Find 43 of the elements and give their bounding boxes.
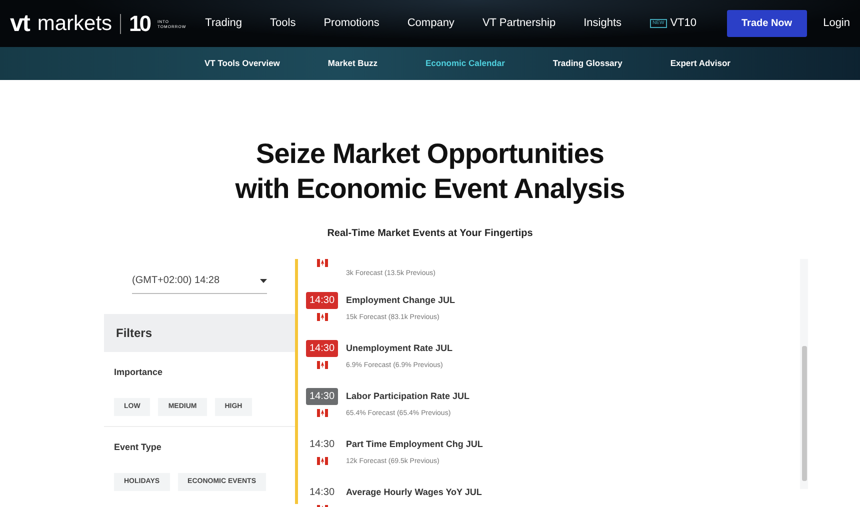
canada-flag-icon [316,457,328,465]
hero-title: Seize Market Opportunities [255,137,605,171]
subnav-link[interactable]: Expert Advisor [670,57,730,70]
hero-title: with Economic Event Analysis [234,172,626,206]
event-name[interactable]: Employment Change JUL [346,294,456,308]
event-time: 14:30 [308,438,336,452]
nav-link[interactable]: Tools [270,15,296,32]
nav-link[interactable]: Promotions [324,15,380,32]
scrollbar[interactable] [800,259,808,489]
logo-wordmark[interactable]: markets [37,8,112,40]
hero-subtitle: Real-Time Market Events at Your Fingertips [326,227,534,241]
time-badge: 14:30 [306,340,338,357]
canada-flag-icon [316,361,328,369]
subnav-link[interactable]: Trading Glossary [552,57,622,70]
subnav-link[interactable]: VT Tools Overview [204,57,280,70]
canada-flag-icon [316,313,328,321]
event-name[interactable]: Average Hourly Wages YoY JUL [346,486,482,500]
nav-link[interactable]: Insights [584,15,622,32]
logo-mark[interactable]: vt [10,6,30,42]
subnav-link[interactable]: Economic Calendar [426,57,505,70]
event-time: 14:30 [308,486,336,500]
nav-link[interactable]: Trading [205,15,242,32]
caret-icon [260,278,267,282]
time-badge: 14:30 [306,388,338,405]
subnav-link[interactable]: Market Buzz [328,57,378,70]
trade-now-button[interactable]: Trade Now [726,10,808,37]
filter-group-label: Importance [113,366,164,379]
filters-header: Filters [104,314,295,352]
filter-group-label: Event Type [113,441,162,454]
nav-link[interactable]: Company [407,15,454,32]
canada-flag-icon [316,409,328,417]
scrollbar-thumb[interactable] [802,346,806,481]
login-link[interactable]: Login [823,15,850,32]
event-name[interactable]: Unemployment Rate JUL [346,342,453,356]
event-name[interactable]: Part Time Employment Chg JUL [346,438,483,452]
timezone-value: (GMT+02:00) 14:28 [132,274,220,288]
canada-flag-icon [316,259,328,267]
timezone-select[interactable]: (GMT+02:00) 14:28 [132,273,267,294]
anniversary-mark: 10 [129,10,150,38]
nav-link[interactable]: VT Partnership [482,15,556,32]
nav-label: VT10 [670,16,696,32]
time-badge: 14:30 [306,292,338,309]
event-name[interactable]: Labor Participation Rate JUL [346,390,470,404]
